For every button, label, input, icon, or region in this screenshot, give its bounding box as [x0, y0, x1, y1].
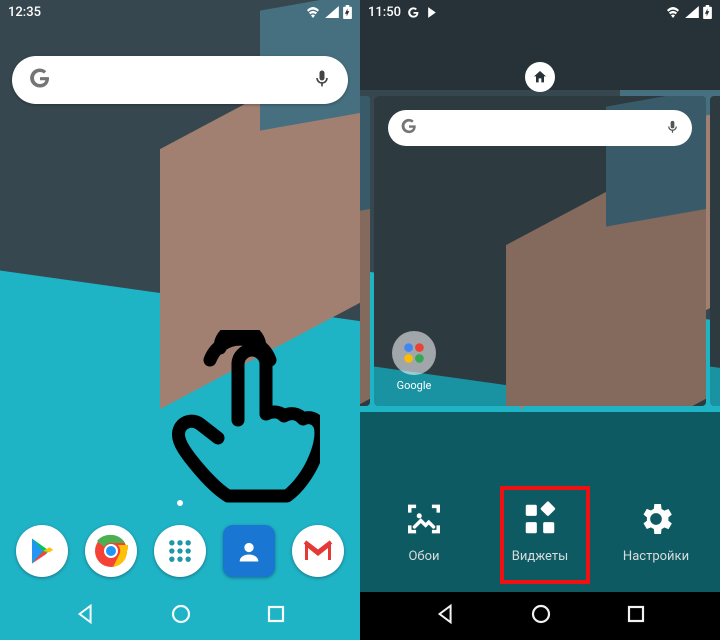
option-label: Виджеты: [512, 549, 568, 564]
status-bar: 12:35: [0, 0, 360, 24]
app-play-store[interactable]: [16, 525, 68, 577]
battery-icon: [343, 5, 352, 19]
google-search-bar[interactable]: [12, 56, 348, 104]
nav-recent-icon[interactable]: [266, 604, 286, 628]
default-home-indicator[interactable]: [525, 62, 555, 92]
preview-search-bar: [388, 110, 692, 146]
home-screen-pane: 12:35: [0, 0, 360, 640]
home-options-panel: Обои Виджеты Настройки: [360, 412, 720, 592]
battery-icon: [703, 5, 712, 19]
preview-folder-google[interactable]: Google: [392, 331, 436, 392]
home-page-preview-right[interactable]: [710, 96, 720, 406]
mic-icon[interactable]: [312, 68, 332, 92]
nav-back-icon[interactable]: [435, 603, 457, 629]
navigation-bar: [0, 592, 360, 640]
status-time: 12:35: [8, 5, 41, 20]
dock: [0, 512, 360, 590]
home-edit-pane: 11:50: [360, 0, 720, 640]
wifi-icon: [305, 6, 321, 18]
long-press-gesture-icon: [150, 330, 320, 524]
option-wallpapers[interactable]: Обои: [383, 499, 465, 564]
widgets-icon: [520, 499, 560, 539]
option-settings[interactable]: Настройки: [615, 499, 697, 564]
google-g-icon: [400, 117, 418, 139]
app-chrome[interactable]: [85, 525, 137, 577]
home-page-preview-left[interactable]: [360, 96, 370, 406]
nav-recent-icon[interactable]: [626, 604, 646, 628]
nav-home-icon[interactable]: [531, 604, 551, 628]
navigation-bar: [360, 592, 720, 640]
status-bar: 11:50: [360, 0, 720, 24]
signal-icon: [685, 6, 699, 18]
home-pages-preview: Google: [360, 88, 720, 412]
settings-icon: [636, 499, 676, 539]
play-notification-icon: [426, 6, 439, 19]
app-drawer-button[interactable]: [154, 525, 206, 577]
home-page-preview-center[interactable]: Google: [374, 96, 706, 406]
page-indicator: [177, 500, 183, 506]
mic-icon: [665, 119, 680, 138]
option-label: Обои: [408, 549, 439, 564]
app-gmail[interactable]: [292, 525, 344, 577]
nav-back-icon[interactable]: [75, 603, 97, 629]
wifi-icon: [665, 6, 681, 18]
signal-icon: [325, 6, 339, 18]
option-label: Настройки: [623, 549, 689, 564]
option-widgets[interactable]: Виджеты: [499, 499, 581, 564]
google-g-icon: [28, 66, 52, 94]
preview-folder-label: Google: [397, 379, 432, 392]
google-notification-icon: [407, 6, 420, 19]
nav-home-icon[interactable]: [171, 604, 191, 628]
app-contacts[interactable]: [223, 525, 275, 577]
wallpaper-icon: [404, 499, 444, 539]
status-time: 11:50: [368, 5, 401, 20]
